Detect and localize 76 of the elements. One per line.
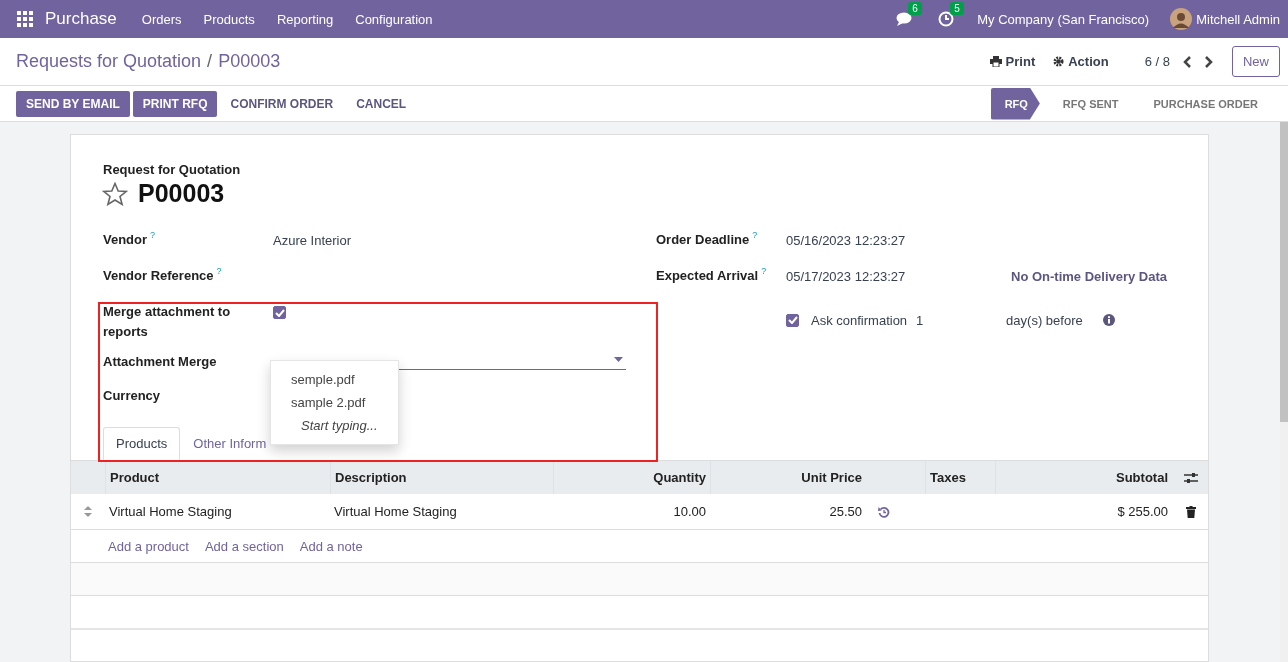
printer-icon [989,56,1002,67]
scrollbar[interactable] [1280,122,1288,662]
caret-icon [614,357,623,362]
help-mark[interactable]: ? [752,230,758,240]
drag-handle-icon[interactable] [84,506,92,517]
print-button[interactable]: Print [985,50,1040,73]
trash-icon[interactable] [1185,505,1196,518]
notebook-tab[interactable]: Products [103,427,181,460]
action-button[interactable]: CANCEL [346,90,417,117]
dropdown-option[interactable]: sample 2.pdf [271,391,398,414]
field-label: Vendor Reference [103,267,214,285]
table-cell-text: Virtual Home Staging [108,504,233,519]
menu-item[interactable]: Configuration [355,11,433,27]
column-header[interactable]: Unit Price [710,461,866,494]
breadcrumb-current: P00003 [218,51,281,72]
help-mark[interactable]: ? [150,230,156,240]
column-header[interactable]: Quantity [553,461,710,494]
message-count-badge: 6 [908,2,922,15]
field-label: Merge attachment to reports [103,303,232,341]
gear-icon [1053,56,1065,67]
field-value[interactable]: 05/16/2023 12:23:27 [786,233,1011,248]
checkbox[interactable] [786,313,799,327]
breadcrumb-link[interactable]: Requests for Quotation [16,51,202,72]
table-cell-text: Virtual Home Staging [333,504,458,519]
company-switcher[interactable]: My Company (San Francisco) [977,11,1150,27]
action-button[interactable]: CONFIRM ORDER [220,90,344,117]
action-button[interactable]: PRINT RFQ [132,90,218,117]
column-header[interactable]: Taxes [925,461,995,494]
menu-item[interactable]: Orders [141,11,182,27]
field-value[interactable]: Azure Interior [273,233,352,248]
previous-icon[interactable] [1183,55,1193,68]
new-button[interactable]: New [1232,46,1280,77]
star-icon[interactable] [102,181,128,206]
column-header[interactable]: Description [330,461,553,494]
days-field[interactable]: 1 [916,312,1007,328]
help-mark[interactable]: ? [761,266,767,276]
sliders-icon[interactable] [1183,471,1198,484]
dropdown-hint: Start typing... [300,417,379,435]
field-value[interactable]: 05/17/2023 12:23:27 [786,269,1011,284]
help-mark[interactable]: ? [216,266,222,276]
status-step[interactable]: RFQ [990,87,1040,120]
table-cell-text: 10.00 [672,504,707,519]
add-line-link[interactable]: Add a product [108,538,189,554]
days-suffix: day(s) before [1006,312,1084,328]
table-cell-text: $ 255.00 [1116,504,1169,519]
app-grid-icon[interactable] [17,11,33,27]
column-header[interactable]: Subtotal [995,461,1172,494]
user-menu[interactable]: Mitchell Admin [1196,11,1280,27]
checkbox-label: Ask confirmation [811,312,908,328]
reset-icon[interactable] [878,505,890,518]
column-header[interactable]: Product [105,461,330,494]
app-name[interactable]: Purchase [45,9,117,29]
delivery-data-link[interactable]: No On-time Delivery Data [1011,269,1168,284]
form-subtitle: Request for Quotation [103,162,242,177]
record-title: P00003 [138,179,225,208]
avatar-icon[interactable] [1170,8,1193,30]
field-label: Attachment Merge [103,353,217,371]
add-line-link[interactable]: Add a section [204,538,284,554]
dropdown-option[interactable]: semple.pdf [271,368,398,391]
activity-count-badge: 5 [950,2,964,15]
field-label: Order Deadline [656,231,750,249]
next-icon[interactable] [1203,55,1213,68]
field-label: Expected Arrival [656,267,759,285]
field-label: Currency [103,387,161,405]
table-cell-text: 25.50 [828,504,863,519]
info-icon[interactable] [1103,314,1116,326]
menu-item[interactable]: Reporting [276,11,334,27]
field-label: Vendor [103,231,148,249]
menu-item[interactable]: Products [203,11,255,27]
pager-value: 6 / 8 [1144,54,1170,69]
checkbox[interactable] [273,306,286,319]
action-button[interactable]: SEND BY EMAIL [16,90,130,117]
add-line-link[interactable]: Add a note [299,538,363,554]
action-button[interactable]: Action [1049,50,1113,73]
breadcrumb-separator: / [207,51,213,72]
clock-icon[interactable] [938,11,955,27]
